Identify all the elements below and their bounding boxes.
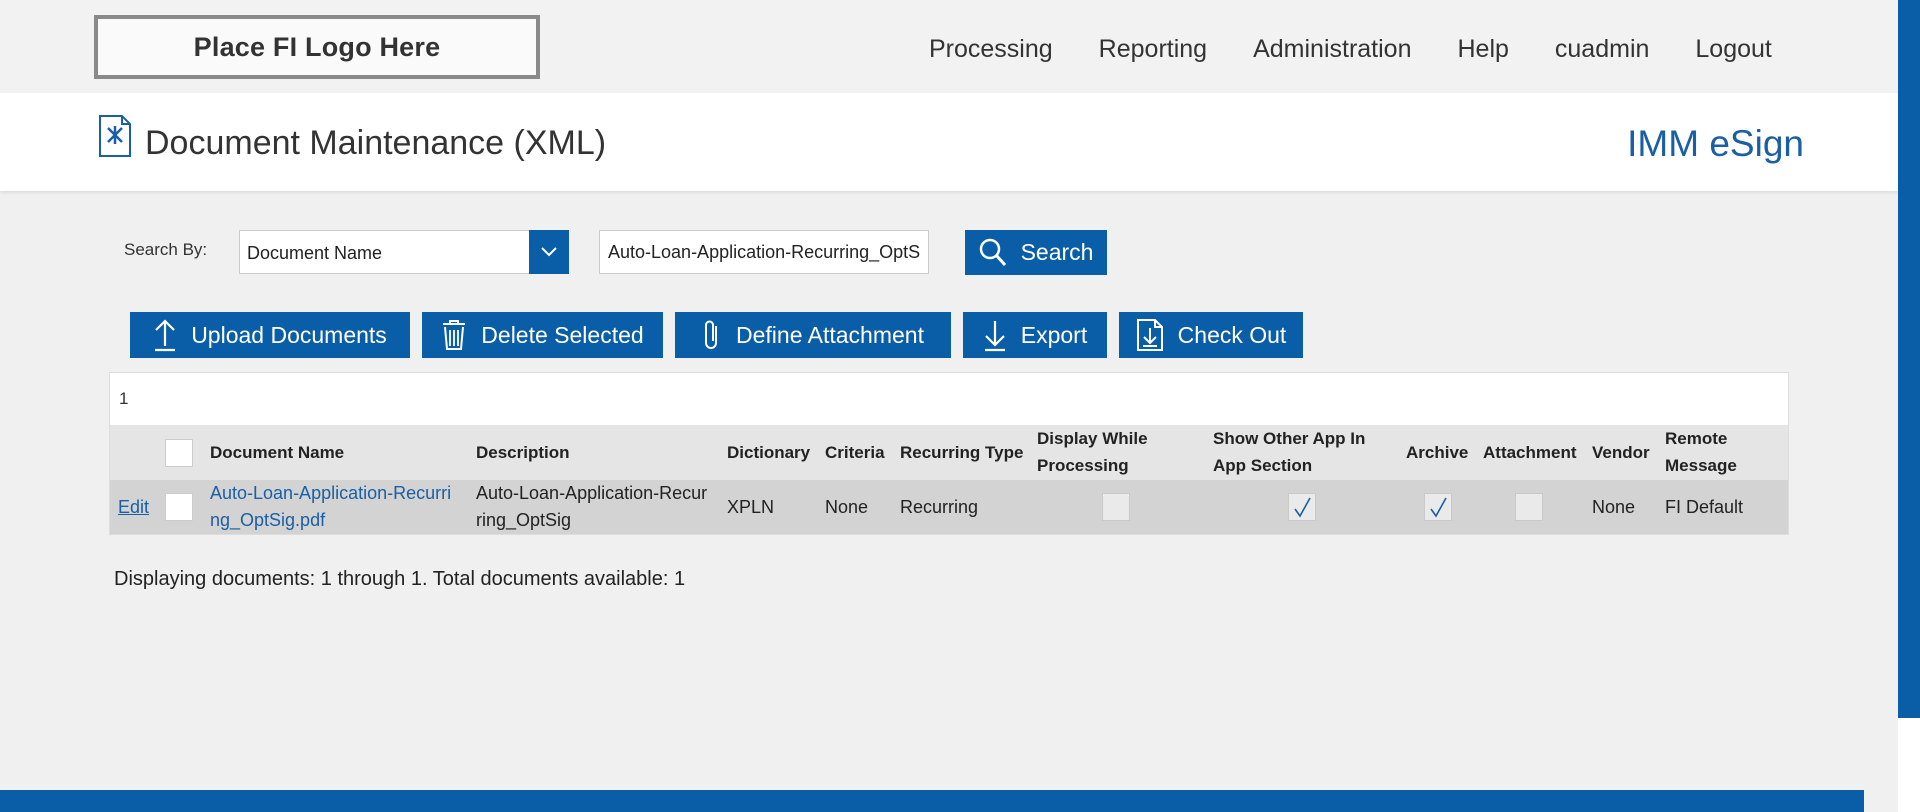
description-line2: ring_OptSig xyxy=(476,510,572,530)
export-button[interactable]: Export xyxy=(963,312,1107,358)
nav-logout[interactable]: Logout xyxy=(1695,35,1771,64)
row-select-checkbox[interactable] xyxy=(165,493,193,521)
col-show-other-app[interactable]: Show Other App In App Section xyxy=(1213,425,1365,479)
remote-message-cell: FI Default xyxy=(1665,497,1744,517)
nav-reporting[interactable]: Reporting xyxy=(1099,35,1207,64)
nav-administration[interactable]: Administration xyxy=(1253,35,1411,64)
search-button-label: Search xyxy=(1020,239,1094,265)
delete-selected-button[interactable]: Delete Selected xyxy=(422,312,663,358)
main-nav: Processing Reporting Administration Help… xyxy=(929,35,1772,64)
table-row: Edit Auto-Loan-Application-Recurri ng_Op… xyxy=(110,480,1788,534)
define-attachment-button[interactable]: Define Attachment xyxy=(675,312,951,358)
vendor-cell: None xyxy=(1592,497,1636,517)
col-remote-message[interactable]: Remote Message xyxy=(1665,425,1737,479)
download-icon xyxy=(984,321,1005,352)
top-bar: Place FI Logo Here Processing Reporting … xyxy=(0,0,1898,93)
upload-label: Upload Documents xyxy=(191,321,387,348)
checkmark-icon xyxy=(1294,497,1311,518)
scrollbar-thumb[interactable] xyxy=(1898,0,1920,718)
check-out-button[interactable]: Check Out xyxy=(1119,312,1303,358)
col-remote-line1: Remote xyxy=(1665,429,1728,448)
col-dictionary[interactable]: Dictionary xyxy=(727,439,810,466)
col-attachment[interactable]: Attachment xyxy=(1483,439,1577,466)
description-cell: Auto-Loan-Application-Recur ring_OptSig xyxy=(476,480,707,534)
document-name-link[interactable]: Auto-Loan-Application-Recurri ng_OptSig.… xyxy=(210,480,451,534)
define-attachment-label: Define Attachment xyxy=(736,321,924,348)
dictionary-cell: XPLN xyxy=(727,497,775,517)
description-line1: Auto-Loan-Application-Recur xyxy=(476,483,708,503)
scrollbar-track[interactable] xyxy=(1898,0,1920,812)
col-display-while-line2: Processing xyxy=(1037,456,1129,475)
checkmark-icon xyxy=(1430,497,1447,518)
page-title: Document Maintenance (XML) xyxy=(145,124,607,162)
dropdown-arrow[interactable] xyxy=(529,230,569,274)
nav-processing[interactable]: Processing xyxy=(929,35,1053,64)
col-vendor[interactable]: Vendor xyxy=(1592,439,1650,466)
attachment-checkbox[interactable] xyxy=(1515,493,1543,521)
table-header: Document Name Description Dictionary Cri… xyxy=(110,425,1788,480)
col-recurring-type[interactable]: Recurring Type xyxy=(900,439,1023,466)
logo-placeholder: Place FI Logo Here xyxy=(94,15,540,79)
document-name-line2: ng_OptSig.pdf xyxy=(210,510,326,530)
col-show-other-line2: App Section xyxy=(1213,456,1313,475)
document-download-icon xyxy=(1136,319,1163,351)
col-remote-line2: Message xyxy=(1665,456,1737,475)
upload-icon xyxy=(155,319,176,352)
col-description[interactable]: Description xyxy=(476,439,570,466)
document-name-line1: Auto-Loan-Application-Recurri xyxy=(210,483,452,503)
check-out-label: Check Out xyxy=(1177,321,1287,348)
documents-grid: 1 Document Name Description Dictionary C… xyxy=(109,372,1789,535)
col-document-name[interactable]: Document Name xyxy=(210,439,344,466)
display-while-processing-checkbox[interactable] xyxy=(1102,493,1130,521)
page-number[interactable]: 1 xyxy=(119,389,128,409)
archive-checkbox[interactable] xyxy=(1424,493,1452,521)
col-display-while-line1: Display While xyxy=(1037,429,1148,448)
document-tools-icon xyxy=(99,115,131,157)
col-archive[interactable]: Archive xyxy=(1406,439,1468,466)
search-field-select[interactable]: Document Name xyxy=(239,230,569,274)
search-by-label: Search By: xyxy=(124,240,208,259)
select-all-checkbox[interactable] xyxy=(165,439,193,467)
nav-help[interactable]: Help xyxy=(1457,35,1508,64)
col-criteria[interactable]: Criteria xyxy=(825,439,885,466)
search-button[interactable]: Search xyxy=(965,230,1107,275)
recurring-type-cell: Recurring xyxy=(900,497,979,517)
edit-link[interactable]: Edit xyxy=(118,494,149,521)
page-header: Document Maintenance (XML) IMM eSign xyxy=(0,93,1898,191)
search-input[interactable] xyxy=(599,230,929,274)
upload-documents-button[interactable]: Upload Documents xyxy=(130,312,410,358)
criteria-cell: None xyxy=(825,497,869,517)
footer-bar xyxy=(0,790,1864,812)
pagination-summary: Displaying documents: 1 through 1. Total… xyxy=(114,568,686,590)
search-field-value: Document Name xyxy=(247,243,383,263)
col-display-while-processing[interactable]: Display While Processing xyxy=(1037,425,1148,479)
trash-icon xyxy=(443,320,466,350)
brand-name: IMM eSign xyxy=(1627,123,1804,164)
col-show-other-line1: Show Other App In xyxy=(1213,429,1366,448)
search-icon xyxy=(979,238,1006,266)
delete-label: Delete Selected xyxy=(481,321,644,348)
show-other-app-checkbox[interactable] xyxy=(1288,493,1316,521)
nav-user[interactable]: cuadmin xyxy=(1555,35,1650,64)
paperclip-icon xyxy=(705,320,718,349)
chevron-down-icon xyxy=(541,247,557,257)
export-label: Export xyxy=(1020,321,1088,348)
